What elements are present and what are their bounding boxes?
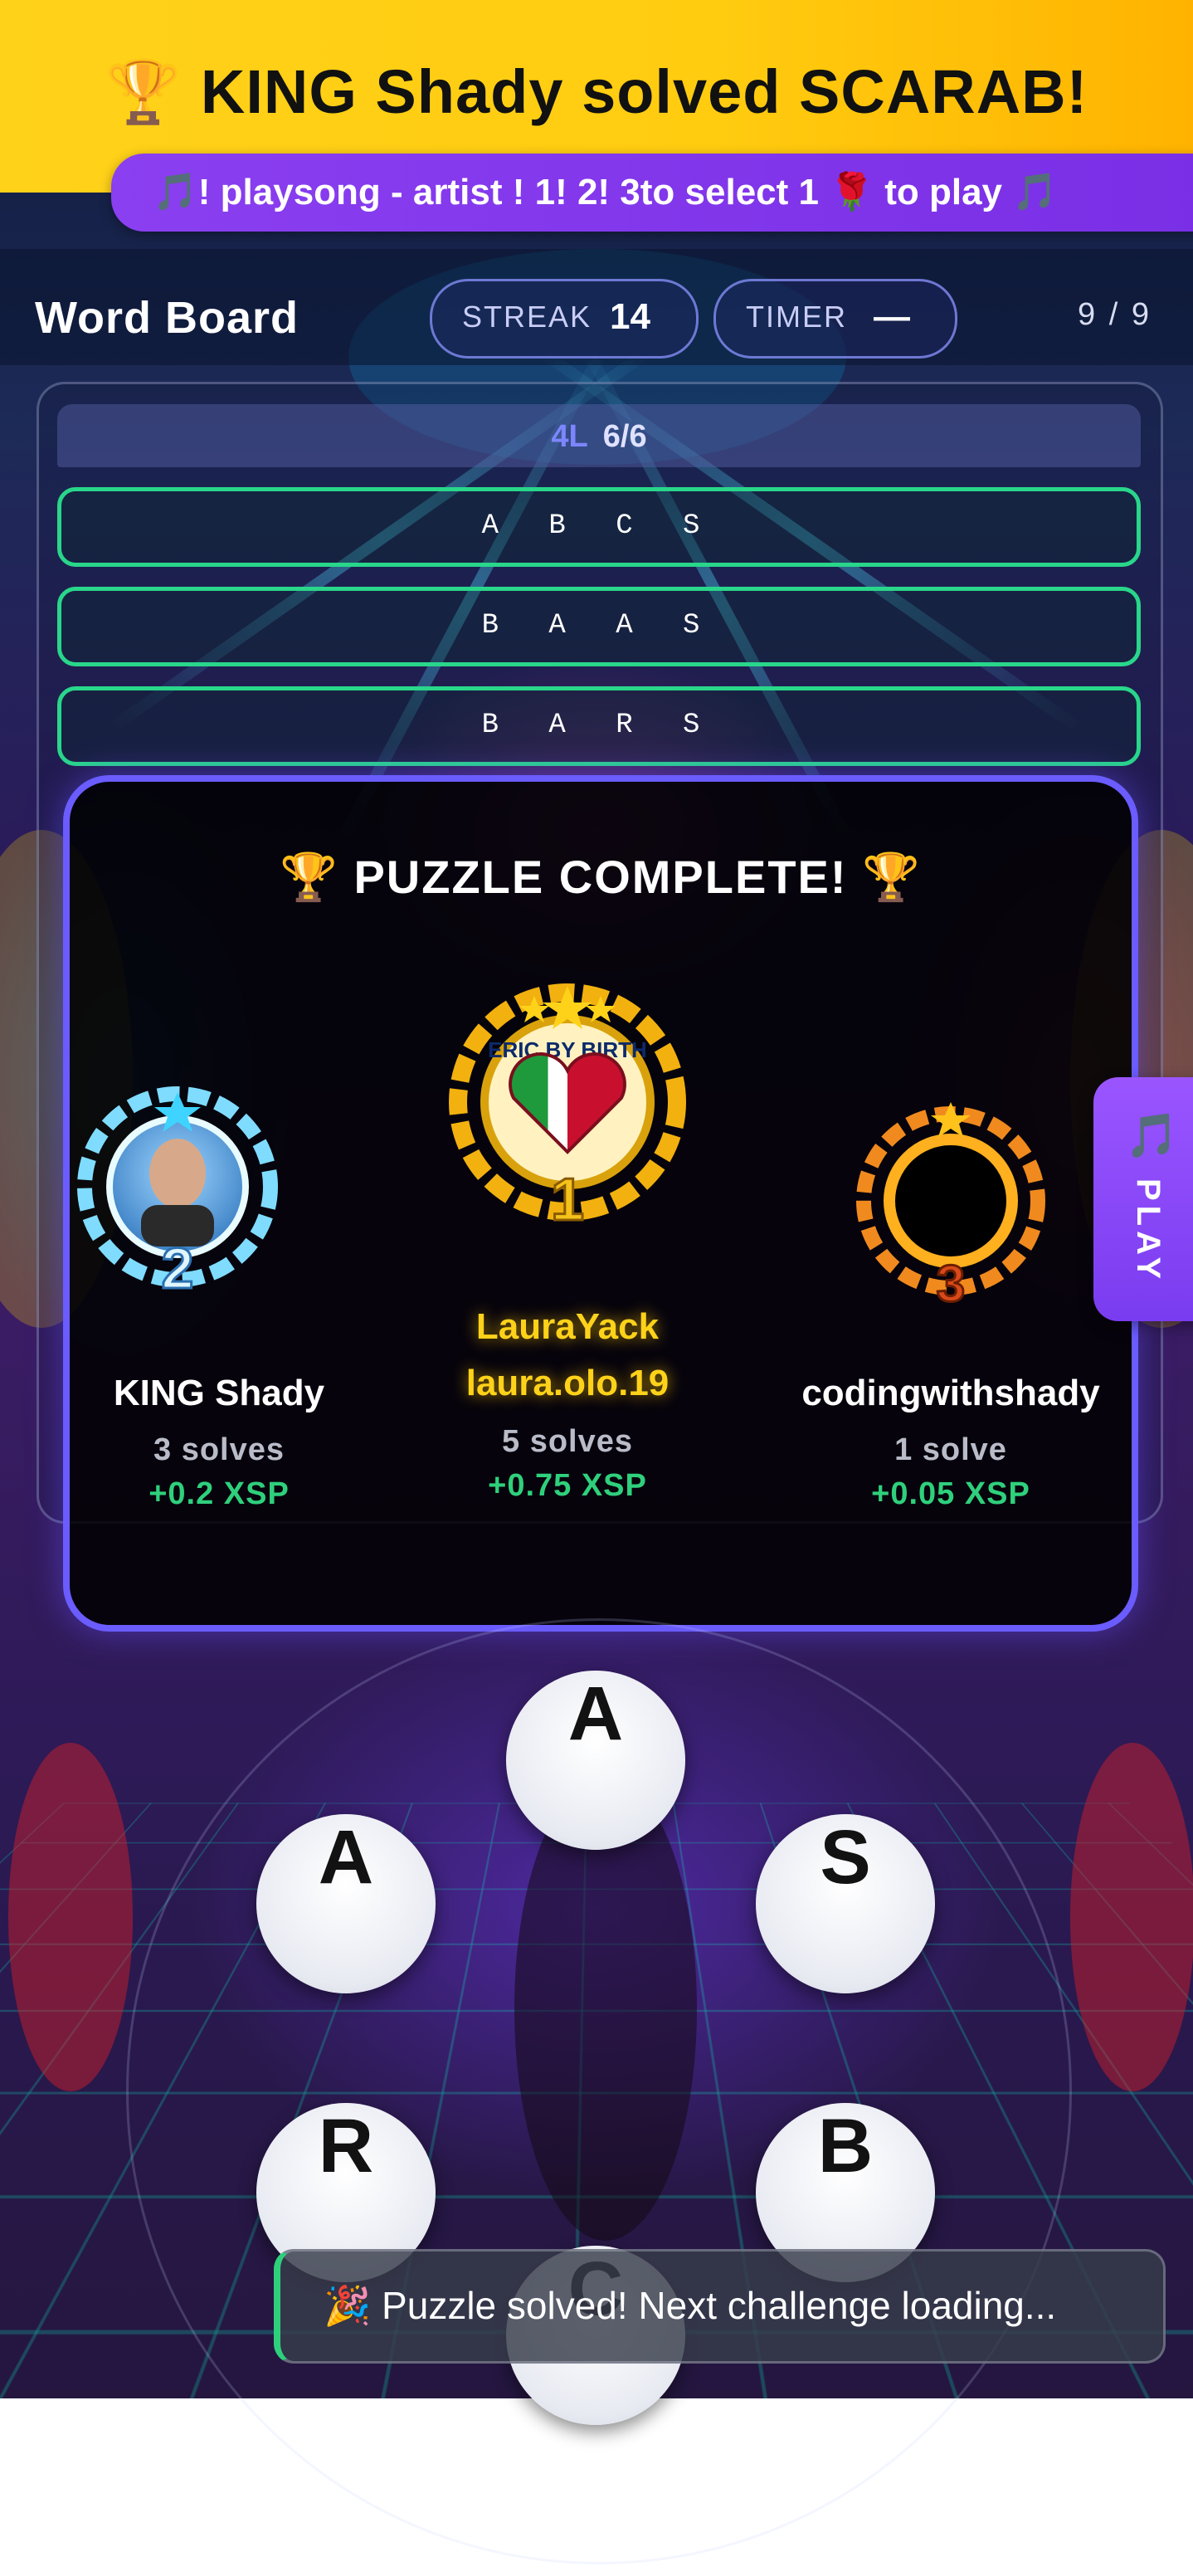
ticker-text: 🎵! playsong - artist ! 1! 2! 3to select … bbox=[153, 170, 1058, 213]
banner-title: 🏆 KING Shady solved SCARAB! bbox=[0, 56, 1193, 129]
silver-laurel-badge-icon: 2 bbox=[70, 1081, 285, 1305]
streak-value: 14 bbox=[610, 296, 650, 338]
letter-key[interactable]: S bbox=[756, 1814, 935, 1993]
music-note-icon: 🎵 bbox=[1125, 1110, 1179, 1161]
streak-pill: STREAK 14 bbox=[430, 279, 699, 359]
podium-second: 2 bbox=[86, 1081, 269, 1308]
puzzle-progress: 9 / 9 bbox=[1078, 297, 1152, 333]
podium-first-info: LauraYack laura.olo.19 5 solves +0.75 XS… bbox=[418, 1306, 717, 1504]
group-count: 6/6 bbox=[603, 419, 647, 455]
dancer-silhouette bbox=[8, 1743, 133, 2091]
word-row: A B C S bbox=[57, 487, 1141, 567]
toast-text: 🎉 Puzzle solved! Next challenge loading.… bbox=[324, 2283, 1056, 2329]
modal-title: 🏆 PUZZLE COMPLETE! 🏆 bbox=[70, 850, 1132, 905]
word-text: B A R S bbox=[482, 710, 717, 741]
gold-laurel-badge-icon: ERIC BY BIRTH 1 bbox=[435, 978, 700, 1227]
svg-text:2: 2 bbox=[162, 1236, 194, 1300]
podium-third-info: codingwithshady 1 solve +0.05 XSP bbox=[768, 1373, 1133, 1512]
word-text: B A A S bbox=[482, 610, 717, 642]
timer-pill: TIMER — bbox=[713, 279, 957, 359]
word-group-header: 4L 6/6 bbox=[57, 404, 1141, 467]
svg-text:1: 1 bbox=[551, 1167, 584, 1227]
word-text: A B C S bbox=[482, 510, 717, 542]
page-title: Word Board bbox=[35, 292, 299, 344]
play-side-tab[interactable]: 🎵 PLAY bbox=[1093, 1077, 1193, 1321]
puzzle-solved-toast: 🎉 Puzzle solved! Next challenge loading.… bbox=[274, 2249, 1166, 2364]
trophy-icon: 🏆 bbox=[105, 57, 183, 126]
svg-text:3: 3 bbox=[937, 1256, 965, 1313]
player-solves: 3 solves bbox=[70, 1432, 368, 1468]
player-name: KING Shady bbox=[70, 1373, 368, 1414]
player-name: LauraYack bbox=[418, 1306, 717, 1348]
song-ticker: 🎵! playsong - artist ! 1! 2! 3to select … bbox=[111, 154, 1193, 232]
letter-key[interactable]: A bbox=[256, 1814, 436, 1993]
letter-key[interactable]: A bbox=[506, 1671, 685, 1850]
badge-text: ERIC BY BIRTH bbox=[488, 1037, 647, 1062]
bronze-laurel-badge-icon: 3 bbox=[843, 1097, 1059, 1313]
player-name: codingwithshady bbox=[768, 1373, 1133, 1414]
puzzle-complete-modal: 🏆 PUZZLE COMPLETE! 🏆 2 KING Shady 3 solv… bbox=[63, 775, 1138, 1632]
banner-text: KING Shady solved SCARAB! bbox=[201, 57, 1088, 126]
board-header: Word Board STREAK 14 TIMER — 9 / 9 bbox=[0, 249, 1193, 365]
group-length: 4L bbox=[551, 419, 587, 455]
word-row: B A R S bbox=[57, 686, 1141, 766]
streak-label: STREAK bbox=[462, 300, 592, 334]
play-label: PLAY bbox=[1129, 1178, 1166, 1284]
podium-first: ERIC BY BIRTH 1 bbox=[435, 978, 700, 1230]
player-reward: +0.05 XSP bbox=[768, 1476, 1133, 1512]
player-solves: 5 solves bbox=[418, 1424, 717, 1460]
player-solves: 1 solve bbox=[768, 1432, 1133, 1468]
word-row: B A A S bbox=[57, 587, 1141, 666]
player-handle: laura.olo.19 bbox=[418, 1363, 717, 1404]
player-reward: +0.75 XSP bbox=[418, 1468, 717, 1504]
dancer-silhouette bbox=[1070, 1743, 1193, 2091]
timer-label: TIMER bbox=[746, 300, 847, 334]
timer-value: — bbox=[874, 296, 910, 338]
player-reward: +0.2 XSP bbox=[70, 1476, 368, 1512]
podium-third: 3 bbox=[843, 1097, 1059, 1316]
podium-second-info: KING Shady 3 solves +0.2 XSP bbox=[70, 1373, 368, 1512]
